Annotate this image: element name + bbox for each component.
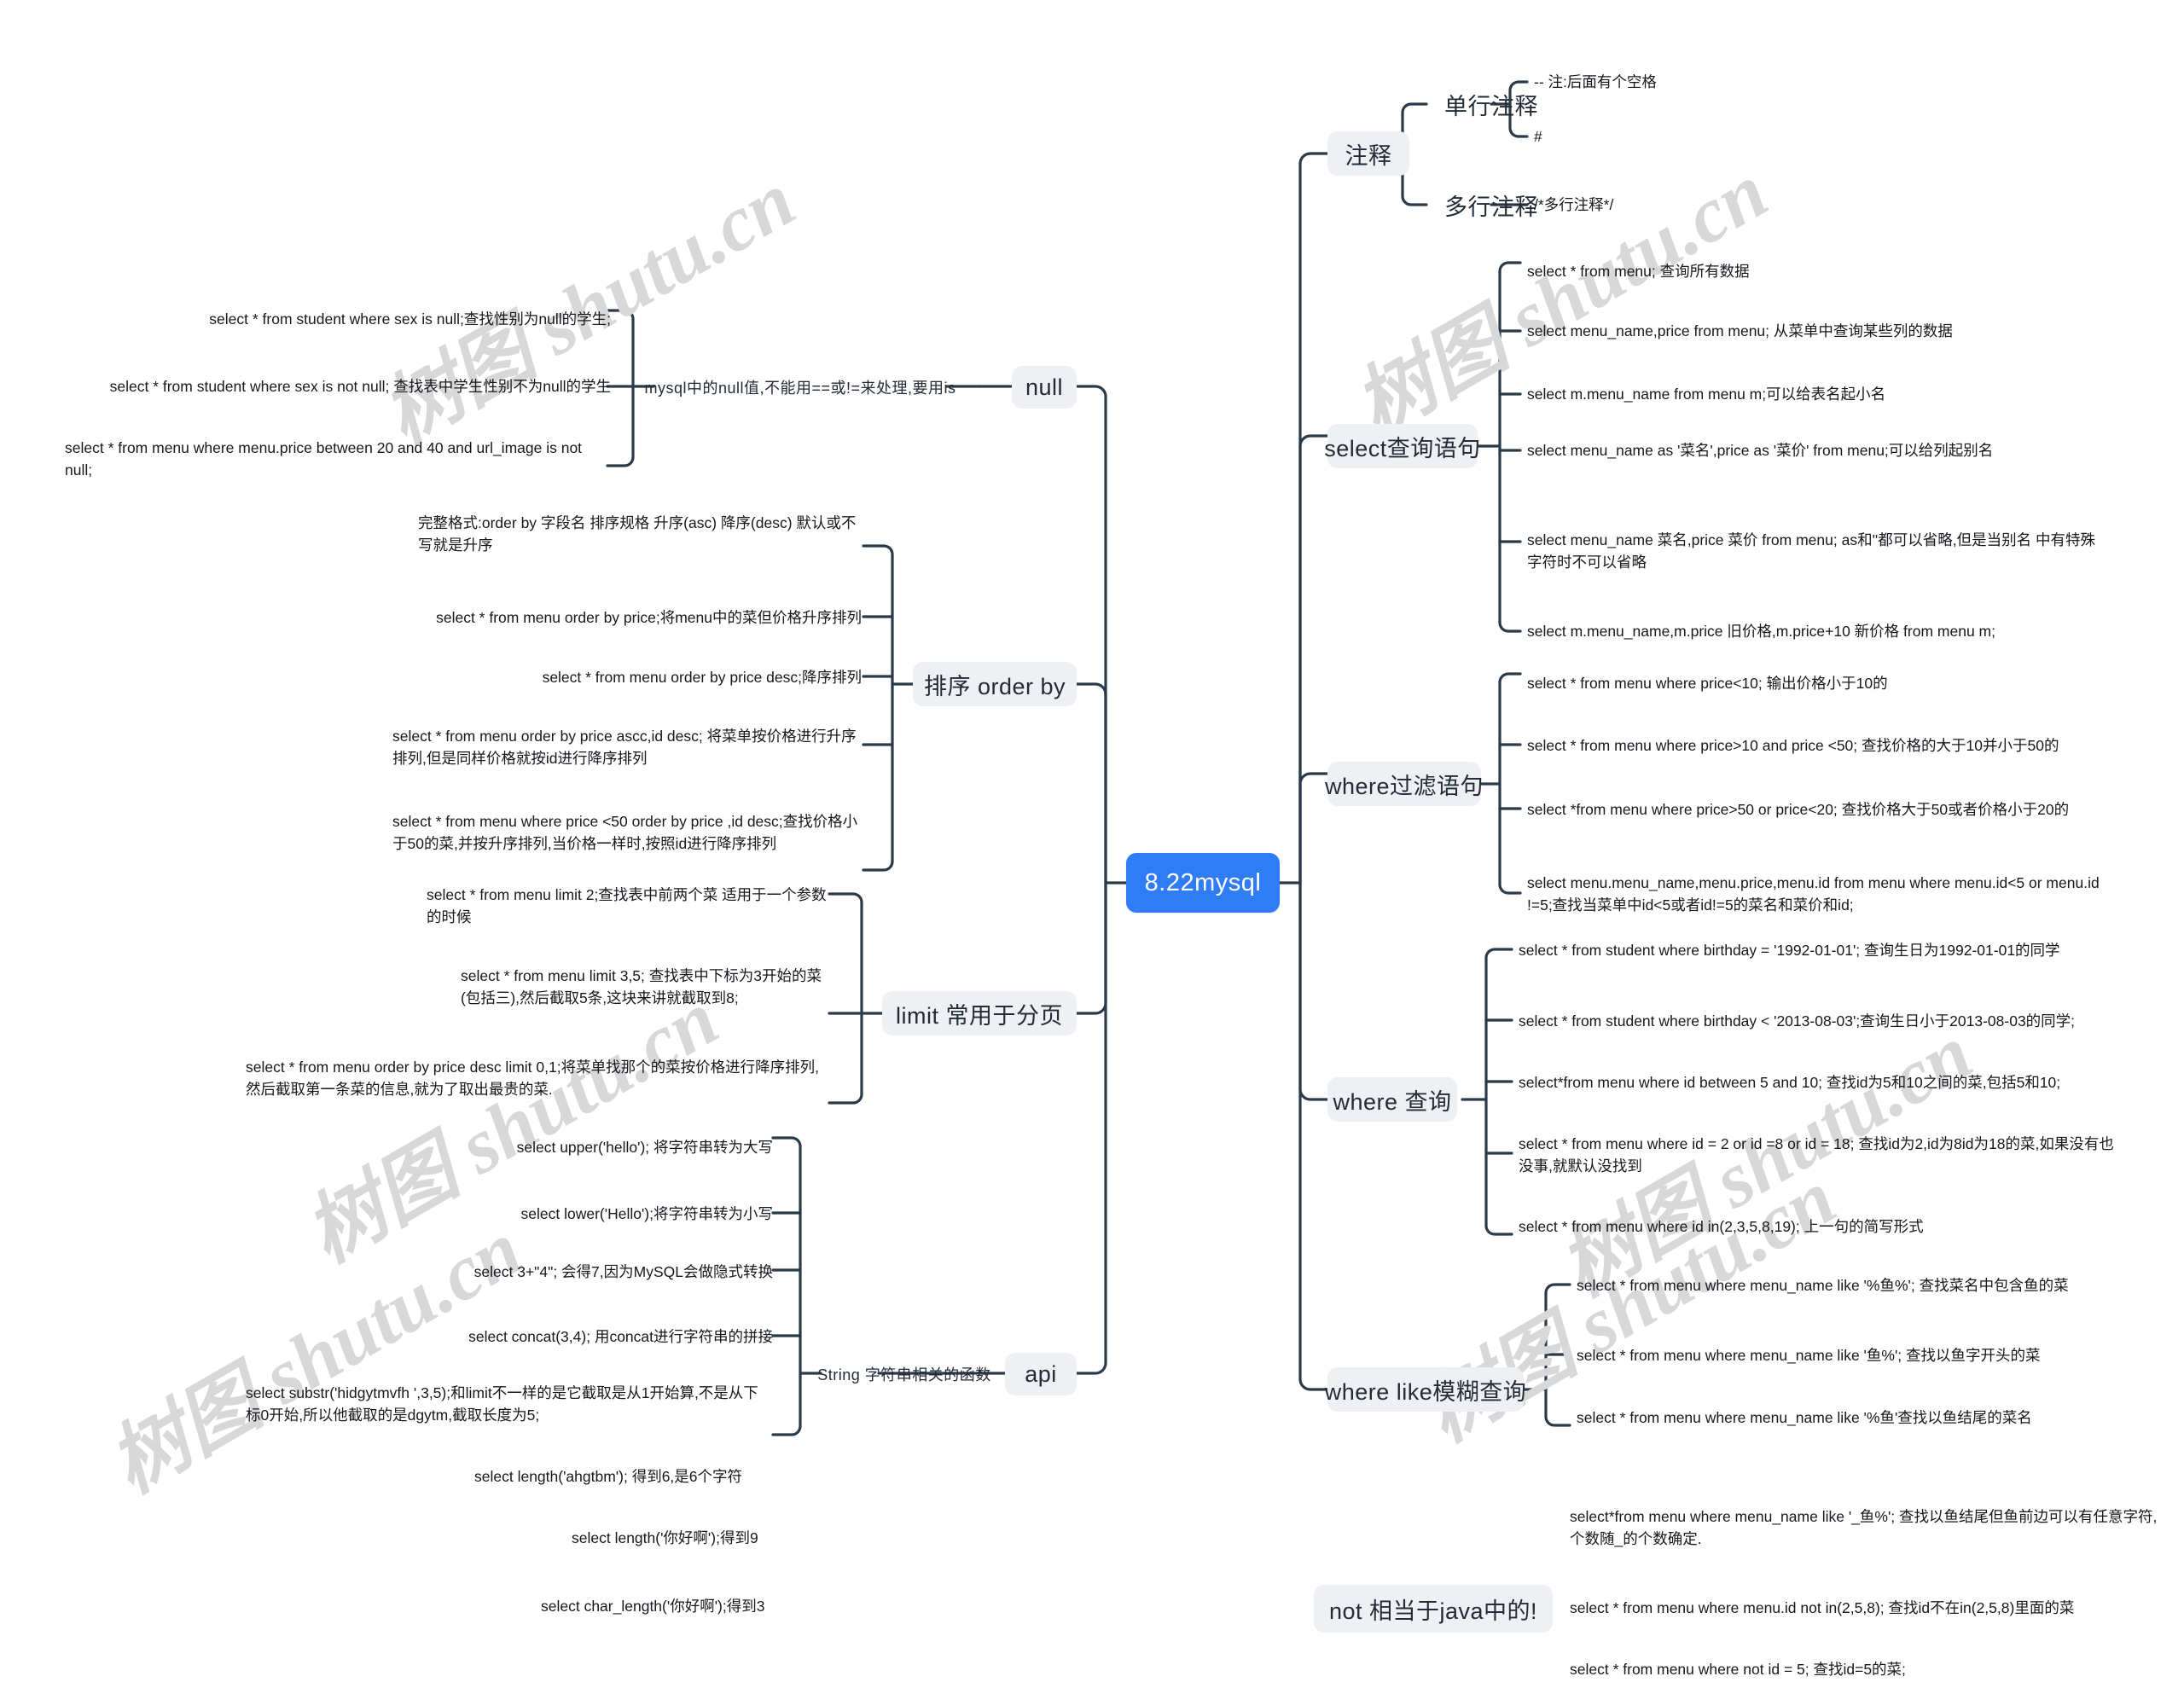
watermark: 树图 shutu.cn <box>96 1204 536 1510</box>
leaf-item: select * from student where sex is not n… <box>109 378 611 395</box>
leaf-item: select length('ahgtbm'); 得到6,是6个字符 <box>474 1468 743 1485</box>
leaf-item: -- 注:后面有个空格 <box>1534 73 1657 90</box>
branch-node-not[interactable]: not 相当于java中的! <box>1314 1585 1553 1633</box>
leaf-item: select menu.menu_name,menu.price,menu.id… <box>1527 874 2100 914</box>
leaf-item: select * from menu where menu_name like … <box>1577 1347 2041 1364</box>
leaf-item: select upper('hello'); 将字符串转为大写 <box>516 1139 773 1156</box>
leaf-item: select * from menu limit 2;查找表中前两个菜 适用于一… <box>427 886 827 926</box>
leaf-item: select * from menu where menu_name like … <box>1577 1277 2069 1294</box>
leaf-item: 完整格式:order by 字段名 排序规格 升序(asc) 降序(desc) … <box>418 514 857 554</box>
branch-node-comments[interactable]: 注释 <box>1327 131 1409 176</box>
branch-node-where-like[interactable]: where like模糊查询 <box>1325 1367 1526 1412</box>
leaf-item: select * from menu where price <50 order… <box>392 813 858 853</box>
branch-node-select-query[interactable]: select查询语句 <box>1324 424 1480 468</box>
branch-node-where-filter[interactable]: where过滤语句 <box>1325 762 1484 806</box>
leaf-item: select * from menu order by price;将menu中… <box>436 609 862 626</box>
branch-node-limit[interactable]: limit 常用于分页 <box>882 991 1077 1035</box>
leaf-item: select m.menu_name from menu m;可以给表名起小名 <box>1527 386 1886 403</box>
root-node[interactable]: 8.22mysql <box>1126 853 1280 913</box>
leaf-item: select * from menu where id in(2,3,5,8,1… <box>1519 1218 1924 1235</box>
leaf-item: select * from menu where menu.id not in(… <box>1570 1599 2075 1616</box>
leaf-item: /*多行注释*/ <box>1534 196 1614 213</box>
branch-node-string-functions[interactable]: String 字符串相关的函数 <box>817 1354 990 1394</box>
leaf-item: select substr('hidgytmvfh ',3,5);和limit不… <box>246 1384 758 1424</box>
watermark: 树图 shutu.cn <box>369 155 809 461</box>
leaf-item: # <box>1534 128 1542 145</box>
leaf-item: select menu_name,price from menu; 从菜单中查询… <box>1527 322 1953 339</box>
leaf-item: select menu_name as '菜名',price as '菜价' f… <box>1527 442 1994 459</box>
leaf-item: select * from menu where price>10 and pr… <box>1527 737 2059 754</box>
leaf-item: select concat(3,4); 用concat进行字符串的拼接 <box>468 1328 773 1345</box>
leaf-item: select*from menu where id between 5 and … <box>1519 1074 2061 1091</box>
leaf-item: select * from menu where not id = 5; 查找i… <box>1570 1661 1906 1678</box>
leaf-item: select * from menu order by price desc l… <box>246 1059 819 1099</box>
connector-lines <box>606 80 1571 1436</box>
leaf-item: select * from menu where menu.price betw… <box>65 439 583 479</box>
leaf-item: select * from menu where menu_name like … <box>1577 1409 2032 1426</box>
mindmap-canvas: 树图 shutu.cn 树图 shutu.cn 树图 shutu.cn 树图 s… <box>0 0 2184 1688</box>
branch-node-api[interactable]: api <box>1005 1353 1077 1395</box>
leaf-item: select * from student where sex is null;… <box>209 310 611 328</box>
leaf-item: select menu_name 菜名,price 菜价 from menu; … <box>1527 531 2095 571</box>
leaf-item: select length('你好啊');得到9 <box>572 1529 758 1546</box>
leaf-item: select*from menu where menu_name like '_… <box>1570 1508 2158 1548</box>
leaf-item: select char_length('你好啊');得到3 <box>541 1598 765 1615</box>
branch-node-where-query[interactable]: where 查询 <box>1327 1077 1457 1122</box>
watermark: 树图 shutu.cn <box>1341 147 1781 452</box>
leaf-item: select * from menu; 查询所有数据 <box>1527 263 1750 280</box>
leaf-item: select * from menu where id = 2 or id =8… <box>1519 1135 2114 1175</box>
leaf-item: select *from menu where price>50 or pric… <box>1527 801 2070 818</box>
leaf-item: select * from menu order by price desc;降… <box>542 669 862 686</box>
leaf-item: select lower('Hello');将字符串转为小写 <box>520 1205 773 1222</box>
leaf-item: select * from menu limit 3,5; 查找表中下标为3开始… <box>461 967 822 1007</box>
branch-node-null[interactable]: null <box>1012 366 1077 409</box>
leaf-item: select * from student where birthday < '… <box>1519 1012 2076 1030</box>
leaf-item: select * from menu order by price ascc,i… <box>392 728 857 768</box>
leaf-item: select * from menu where price<10; 输出价格小… <box>1527 675 1888 692</box>
leaf-item: select m.menu_name,m.price 旧价格,m.price+1… <box>1527 623 1995 640</box>
leaf-item: select 3+"4"; 会得7,因为MySQL会做隐式转换 <box>473 1263 773 1280</box>
branch-node-order-by[interactable]: 排序 order by <box>913 662 1077 706</box>
leaf-item: select * from student where birthday = '… <box>1519 942 2060 959</box>
branch-node-null-description[interactable]: mysql中的null值,不能用==或!=来处理,要用is <box>644 368 956 407</box>
